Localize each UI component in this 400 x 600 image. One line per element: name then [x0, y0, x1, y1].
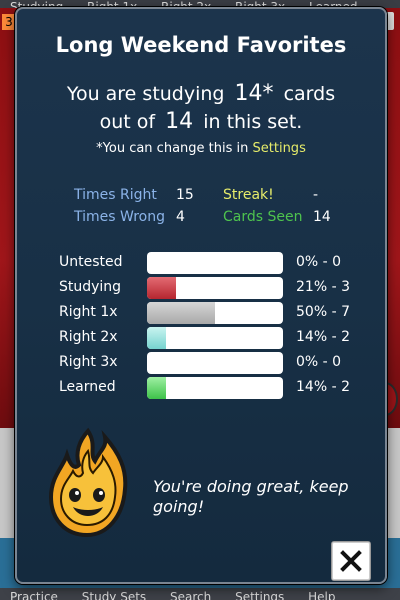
progress-fill-learned: [147, 377, 167, 399]
progress-label-right3x: Right 3x: [59, 354, 118, 370]
dialog-title: Long Weekend Favorites: [55, 33, 347, 57]
settings-note: *You can change this in Settings: [17, 141, 385, 156]
progress-label-right1x: Right 1x: [59, 304, 118, 320]
progress-bar-right2x: [147, 327, 283, 349]
studying-suffix: cards: [283, 83, 336, 105]
progress-bar-learned: [147, 377, 283, 399]
progress-value-untested: 0% - 0: [296, 254, 342, 270]
close-x-icon: [340, 550, 362, 572]
bg-bottom-search[interactable]: Search: [160, 590, 221, 600]
times-right-label: Times Right: [74, 187, 157, 203]
set-count: 14: [165, 109, 194, 134]
progress-bar-studying: [147, 277, 283, 299]
progress-value-learned: 14% - 2: [296, 379, 350, 395]
bg-bottom-help[interactable]: Help: [298, 590, 345, 600]
progress-label-learned: Learned: [59, 379, 116, 395]
streak-label: Streak!: [223, 187, 274, 203]
progress-value-right2x: 14% - 2: [296, 329, 350, 345]
bg-bottom-practice[interactable]: Practice: [0, 590, 68, 600]
settings-link[interactable]: Settings: [253, 141, 306, 156]
studying-count: 14*: [234, 81, 274, 106]
progress-bar-right3x: [147, 352, 283, 374]
studying-prefix: You are studying: [66, 83, 225, 105]
progress-label-right2x: Right 2x: [59, 329, 118, 345]
progress-row-learned: Learned 14% - 2: [59, 377, 359, 399]
set-prefix: out of: [99, 111, 156, 133]
progress-bar-untested: [147, 252, 283, 274]
progress-value-right3x: 0% - 0: [296, 354, 342, 370]
background-bottom-tabs: Practice Study Sets Search Settings Help: [0, 588, 400, 600]
bg-bottom-settings[interactable]: Settings: [225, 590, 294, 600]
progress-label-studying: Studying: [59, 279, 122, 295]
cards-seen-label: Cards Seen: [223, 209, 303, 225]
times-right-value: 15: [176, 187, 194, 203]
times-wrong-label: Times Wrong: [74, 209, 165, 225]
progress-row-right2x: Right 2x 14% - 2: [59, 327, 359, 349]
background-count-badge: 3: [2, 14, 16, 30]
progress-value-studying: 21% - 3: [296, 279, 350, 295]
cards-seen-value: 14: [313, 209, 331, 225]
progress-bar-right1x: [147, 302, 283, 324]
set-suffix: in this set.: [203, 111, 303, 133]
progress-fill-studying: [147, 277, 176, 299]
progress-row-studying: Studying 21% - 3: [59, 277, 359, 299]
flame-mascot-icon: [48, 427, 128, 538]
note-text: *You can change this in: [96, 141, 249, 156]
statistics-dialog: Long Weekend Favorites You are studying …: [15, 7, 387, 584]
close-button[interactable]: [331, 541, 371, 581]
progress-value-right1x: 50% - 7: [296, 304, 350, 320]
progress-row-right1x: Right 1x 50% - 7: [59, 302, 359, 324]
streak-value: -: [313, 187, 319, 203]
studying-summary: You are studying 14* cards: [17, 81, 385, 106]
progress-label-untested: Untested: [59, 254, 123, 270]
progress-fill-right2x: [147, 327, 167, 349]
encouragement-text: You're doing great, keep going!: [153, 477, 349, 516]
progress-row-untested: Untested 0% - 0: [59, 252, 359, 274]
bg-bottom-study-sets[interactable]: Study Sets: [72, 590, 156, 600]
progress-fill-right1x: [147, 302, 215, 324]
times-wrong-value: 4: [176, 209, 185, 225]
set-summary: out of 14 in this set.: [17, 109, 385, 134]
progress-row-right3x: Right 3x 0% - 0: [59, 352, 359, 374]
